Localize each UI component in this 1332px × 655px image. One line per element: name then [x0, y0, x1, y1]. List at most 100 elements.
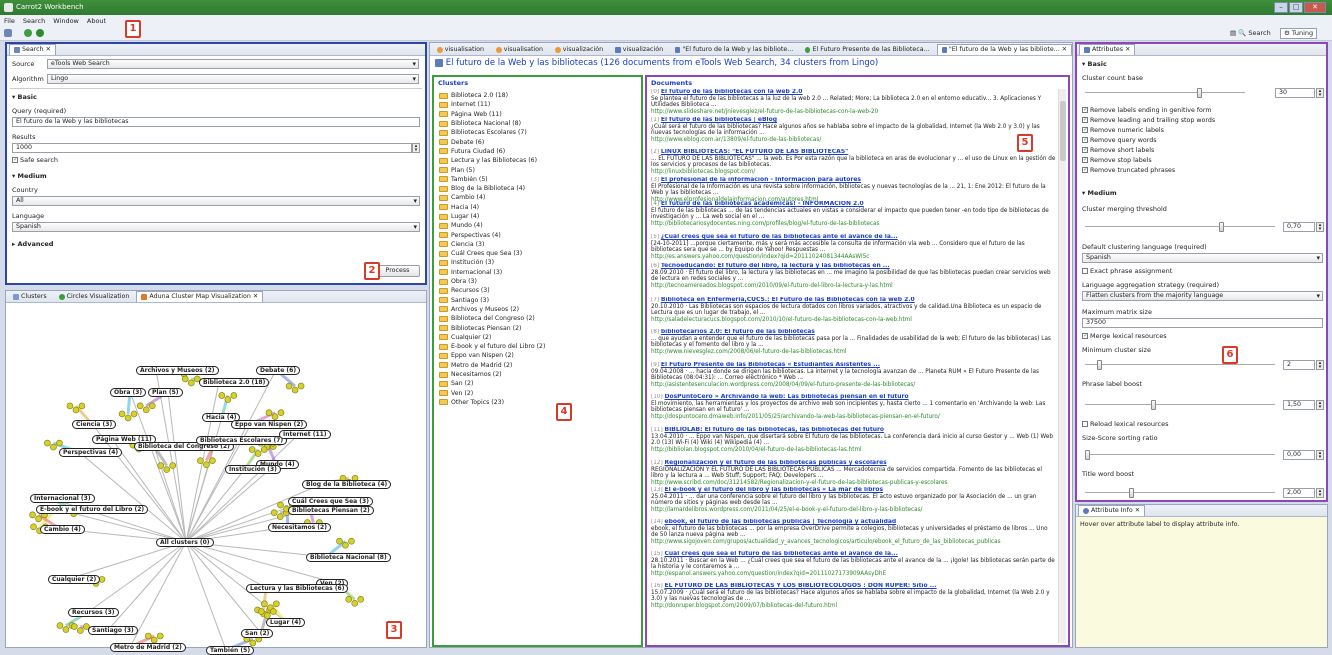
document-title-link[interactable]: Biblioteca en Enfermería,CUCS.: El Futur…	[661, 297, 915, 303]
query-input[interactable]: El futuro de la Web y las bibliotecas	[12, 117, 420, 127]
cluster-map-node[interactable]: E-book y el futuro del Libro (2)	[36, 505, 148, 514]
attr-checkbox[interactable]: ✓Remove short labels	[1082, 146, 1321, 156]
save-icon[interactable]	[4, 29, 12, 37]
cluster-map-node[interactable]: Biblioteca Nacional (8)	[306, 553, 391, 562]
document-ball[interactable]	[278, 502, 284, 508]
document-ball[interactable]	[145, 633, 151, 639]
cluster-count-input[interactable]: 30	[1275, 88, 1315, 98]
document-url[interactable]: http://asistentesenculacion.wordpress.co…	[651, 382, 1056, 389]
attr-checkbox[interactable]: ✓Remove leading and trailing stop words	[1082, 116, 1321, 126]
cluster-map-node[interactable]: Eppo van Nispen (2)	[231, 420, 307, 429]
tab-aduna[interactable]: Aduna Cluster Map Visualization ✕	[136, 291, 263, 302]
document-ball[interactable]	[50, 444, 56, 450]
cluster-item[interactable]: Plan (5)	[439, 165, 639, 174]
document-url[interactable]: http://espanol.answers.yahoo.com/questio…	[651, 571, 1056, 578]
cluster-map-node[interactable]: San (2)	[241, 629, 273, 638]
document-ball[interactable]	[125, 415, 131, 421]
document-ball[interactable]	[225, 396, 231, 402]
cluster-item[interactable]: Internet (11)	[439, 100, 639, 109]
cluster-map-node[interactable]: Santiago (3)	[88, 626, 138, 635]
document-ball[interactable]	[73, 407, 79, 413]
matrix-size-input[interactable]: 37500	[1082, 318, 1323, 328]
document-ball[interactable]	[258, 609, 264, 615]
cluster-item[interactable]: Recursos (3)	[439, 286, 639, 295]
cluster-item[interactable]: Biblioteca Nacional (8)	[439, 119, 639, 128]
attr-checkbox[interactable]: ✓Remove query words	[1082, 136, 1321, 146]
cluster-item[interactable]: Eppo van Nispen (2)	[439, 351, 639, 360]
document-url[interactable]: http://www.eblog.com.ar/13809/el-futuro-…	[651, 137, 1056, 144]
document-url[interactable]: http://www.scribd.com/doc/31214582/Regio…	[651, 480, 1056, 487]
document-title-link[interactable]: ¿Cuál crees que sea el futuro de las bib…	[661, 234, 898, 240]
document-ball[interactable]	[170, 463, 176, 469]
document-ball[interactable]	[36, 516, 42, 522]
cluster-item[interactable]: Ciencia (3)	[439, 240, 639, 249]
close-button[interactable]: ✕	[1304, 2, 1326, 13]
cluster-map-node[interactable]: Cualquier (2)	[48, 575, 100, 584]
size-score-slider[interactable]	[1085, 450, 1275, 460]
document-title-link[interactable]: BIBLIOLAB: El futuro de las bibliotecas,…	[665, 427, 885, 433]
tab-clusters[interactable]: Clusters	[8, 291, 52, 302]
cluster-item[interactable]: Ven (2)	[439, 389, 639, 398]
merging-threshold-slider[interactable]	[1085, 222, 1275, 232]
cluster-map-node[interactable]: Internacional (3)	[30, 494, 95, 503]
document-ball[interactable]	[63, 627, 69, 633]
cluster-count-slider[interactable]	[1085, 88, 1245, 98]
menu-search[interactable]: Search	[23, 17, 45, 25]
editor-tab-6[interactable]: El Futuro Presente de las Biblioteca...	[800, 44, 934, 55]
document-ball[interactable]	[271, 510, 277, 516]
cluster-item[interactable]: Internacional (3)	[439, 268, 639, 277]
document-title-link[interactable]: LINUX BIBLIOTECAS: "EL FUTURO DE LAS BIB…	[661, 149, 848, 155]
cluster-item[interactable]: Cambio (4)	[439, 193, 639, 202]
document-url[interactable]: http://bibliotecariosydocentes.ning.com/…	[651, 221, 1056, 228]
cluster-item[interactable]: Debate (6)	[439, 137, 639, 146]
minimize-button[interactable]: –	[1274, 2, 1288, 13]
document-ball[interactable]	[261, 601, 267, 607]
cluster-item[interactable]: Futura Ciudad (6)	[439, 147, 639, 156]
cluster-map-node[interactable]: Debate (6)	[256, 366, 300, 375]
document-url[interactable]: http://bibliolan.blogspot.com/2010/04/el…	[651, 447, 1056, 454]
cluster-item[interactable]: Hacia (4)	[439, 203, 639, 212]
document-url[interactable]: http://www.nievesglez.com/2008/06/el-fut…	[651, 349, 1056, 356]
cluster-count-spinner[interactable]: ▴▾	[1316, 88, 1324, 98]
maximize-button[interactable]: □	[1289, 2, 1303, 13]
cluster-item[interactable]: Perspectivas (4)	[439, 230, 639, 239]
tab-attribute-info[interactable]: Attribute Info ✕	[1078, 505, 1145, 516]
cluster-item[interactable]: Cuál Crees que Sea (3)	[439, 249, 639, 258]
attr-checkbox[interactable]: ✓Remove labels ending in genitive form	[1082, 106, 1321, 116]
attr-section-medium[interactable]: ▾ Medium	[1082, 189, 1321, 197]
cluster-item[interactable]: Santiago (3)	[439, 296, 639, 305]
document-url[interactable]: http://dospuntocero.dmaweb.info/2011/05/…	[651, 414, 1056, 421]
document-ball[interactable]	[255, 451, 261, 457]
cluster-item[interactable]: Metro de Madrid (2)	[439, 361, 639, 370]
cluster-item[interactable]: Mundo (4)	[439, 221, 639, 230]
document-ball[interactable]	[149, 403, 155, 409]
section-advanced[interactable]: ▸ Advanced	[12, 240, 420, 248]
reload-lexical-checkbox[interactable]: Reload lexical resources	[1082, 420, 1321, 428]
attr-section-basic[interactable]: ▾ Basic	[1082, 60, 1321, 68]
cluster-item[interactable]: También (5)	[439, 175, 639, 184]
editor-tab-1[interactable]: visualisation	[432, 44, 489, 55]
document-url[interactable]: http://lamardelibros.wordpress.com/2011/…	[651, 507, 1056, 514]
cluster-item[interactable]: Biblioteca del Congreso (2)	[439, 314, 639, 323]
document-ball[interactable]	[249, 447, 255, 453]
section-medium[interactable]: ▾ Medium	[12, 172, 420, 180]
document-ball[interactable]	[278, 410, 284, 416]
tab-attributes[interactable]: Attributes ✕	[1079, 44, 1135, 55]
min-cluster-size-input[interactable]: 2	[1283, 360, 1315, 370]
document-title-link[interactable]: El futuro de las bibliotecas | eBlog	[661, 117, 777, 123]
cluster-item[interactable]: Cualquier (2)	[439, 333, 639, 342]
document-ball[interactable]	[261, 447, 267, 453]
tab-circles[interactable]: Circles Visualization	[54, 291, 135, 302]
cluster-item[interactable]: Lectura y las Bibliotecas (6)	[439, 156, 639, 165]
editor-tab-2[interactable]: visualisation	[491, 44, 548, 55]
cluster-item[interactable]: Lugar (4)	[439, 212, 639, 221]
document-title-link[interactable]: El profesional de la información - Infor…	[661, 177, 861, 183]
attr-checkbox[interactable]: ✓Remove truncated phrases	[1082, 166, 1321, 176]
document-ball[interactable]	[352, 600, 358, 606]
document-ball[interactable]	[157, 633, 163, 639]
cluster-map-node[interactable]: Cambio (4)	[40, 525, 85, 534]
document-ball[interactable]	[346, 596, 352, 602]
document-ball[interactable]	[67, 403, 73, 409]
document-title-link[interactable]: DosPuntoCero » Archivando la web: Las bi…	[665, 394, 909, 400]
document-ball[interactable]	[143, 407, 149, 413]
